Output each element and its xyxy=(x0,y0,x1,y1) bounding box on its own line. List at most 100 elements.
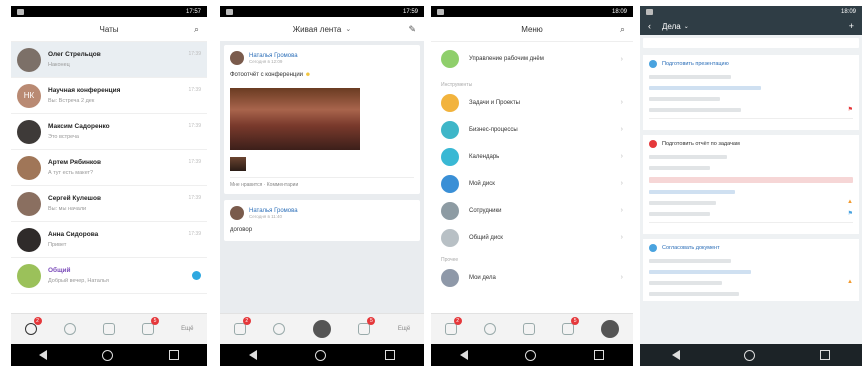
chat-item[interactable]: Артем Рябинков А тут есть макет? 17:39 xyxy=(11,150,207,186)
chat-preview: Вы: мы начали xyxy=(48,206,87,212)
task-field xyxy=(649,190,735,194)
task-card[interactable]: Подготовить презентацию ⚑ xyxy=(643,55,859,130)
chat-time: 17:39 xyxy=(188,159,201,165)
menu-item-label: Задачи и Проекты xyxy=(469,99,520,106)
post-author[interactable]: Наталья Громова xyxy=(249,53,298,59)
status-bar: 18:09 xyxy=(431,6,633,17)
tab-feed[interactable] xyxy=(273,323,286,335)
home-icon[interactable] xyxy=(102,349,114,361)
task-field xyxy=(649,281,723,285)
chevron-right-icon: › xyxy=(620,180,623,187)
avatar xyxy=(17,191,41,216)
status-time: 18:09 xyxy=(840,8,856,15)
status-bar: 17:59 xyxy=(220,6,424,17)
home-icon[interactable] xyxy=(525,349,537,361)
back-icon[interactable] xyxy=(459,350,468,360)
shared-drive-icon xyxy=(441,228,459,247)
menu-item-processes[interactable]: Бизнес-процессы › xyxy=(431,116,633,143)
chats-screen: 17:57 Чаты ⌕ Олег Стрельцов Наконец 17:39… xyxy=(11,6,207,366)
task-card[interactable]: Согласовать документ ▲ xyxy=(643,239,859,301)
page-title[interactable]: Живая лента xyxy=(293,25,342,34)
task-title[interactable]: Подготовить презентацию xyxy=(662,61,729,67)
chat-item[interactable]: Общий Добрый вечер, Наталья xyxy=(11,258,207,294)
chat-name: Общий xyxy=(48,267,71,274)
home-icon[interactable] xyxy=(315,349,327,361)
task-field xyxy=(649,108,741,112)
tab-tasks[interactable] xyxy=(522,323,535,335)
chat-item[interactable]: Сергей Кулешов Вы: мы начали 17:39 xyxy=(11,186,207,222)
photo-thumbnail[interactable] xyxy=(230,157,246,171)
search-input[interactable] xyxy=(643,38,859,48)
feed-post[interactable]: Наталья Громова Сегодня в 12:09 Фотоотчё… xyxy=(224,45,420,194)
chat-preview: Наконец xyxy=(48,62,70,68)
tab-chats[interactable]: 2 xyxy=(24,317,42,335)
post-actions[interactable]: Мне нравится · Комментарии xyxy=(230,177,414,188)
menu-item-label: Общий диск xyxy=(469,234,503,241)
menu-item-tasks[interactable]: Задачи и Проекты › xyxy=(431,89,633,116)
menu-item-calendar[interactable]: Календарь › xyxy=(431,143,633,170)
app-notification-icon xyxy=(437,8,444,15)
edit-icon[interactable]: ✎ xyxy=(408,24,416,35)
tab-feed[interactable] xyxy=(483,323,496,335)
tab-feed[interactable] xyxy=(63,323,76,335)
chat-item[interactable]: Олег Стрельцов Наконец 17:39 xyxy=(11,42,207,78)
tasks-screen: 18:09 ‹ Дела ⌄ + Подготовить презентацию… xyxy=(640,6,862,366)
tab-chats[interactable]: 2 xyxy=(233,317,251,335)
recents-icon[interactable] xyxy=(169,350,180,360)
task-title[interactable]: Согласовать документ xyxy=(662,245,720,251)
recents-icon[interactable] xyxy=(819,350,830,360)
feed-post[interactable]: Наталья Громова Сегодня в 11:40 договор xyxy=(224,200,420,241)
search-icon[interactable]: ⌕ xyxy=(194,24,199,35)
page-title[interactable]: Дела xyxy=(662,22,681,31)
tab-create[interactable] xyxy=(312,320,331,338)
chat-item[interactable]: Анна Сидорова Привет 17:39 xyxy=(11,222,207,258)
tab-more[interactable]: Ещё xyxy=(181,326,193,332)
status-time: 18:09 xyxy=(611,8,627,15)
chat-time: 17:39 xyxy=(188,123,201,129)
flag-icon: ⚑ xyxy=(847,211,853,217)
app-notification-icon xyxy=(646,8,653,15)
status-time: 17:57 xyxy=(185,8,201,15)
back-icon[interactable] xyxy=(249,350,258,360)
android-nav-bar xyxy=(11,344,207,366)
back-icon[interactable] xyxy=(672,350,681,360)
tab-chats[interactable]: 2 xyxy=(444,317,462,335)
post-meta: Сегодня в 11:40 xyxy=(249,213,283,219)
menu-item-my-drive[interactable]: Мой диск › xyxy=(431,170,633,197)
tab-notifications[interactable]: 5 xyxy=(562,317,580,335)
post-author[interactable]: Наталья Громова xyxy=(249,208,298,214)
menu-item-employees[interactable]: Сотрудники › xyxy=(431,197,633,224)
chat-list: Олег Стрельцов Наконец 17:39 НК Научная к… xyxy=(11,42,207,294)
status-dot xyxy=(649,60,657,68)
menu-item-my-tasks[interactable]: Мои дела › xyxy=(431,264,633,291)
bottom-tab-bar: 2 5 Ещё xyxy=(220,313,424,344)
chat-item[interactable]: НК Научная конференция Вы: Встреча 2 дек … xyxy=(11,78,207,114)
task-card[interactable]: Подготовить отчёт по задачам ▲ ⚑ xyxy=(643,135,859,234)
back-icon[interactable] xyxy=(38,350,47,360)
menu-item-shared-drive[interactable]: Общий диск › xyxy=(431,224,633,251)
back-arrow-icon[interactable]: ‹ xyxy=(648,21,651,31)
bottom-tab-bar: 2 5 Ещё xyxy=(11,313,207,344)
badge: 2 xyxy=(453,317,462,325)
tasks-header: ‹ Дела ⌄ + xyxy=(640,17,862,35)
tab-notifications[interactable]: 5 xyxy=(141,317,159,335)
tab-menu[interactable] xyxy=(601,320,620,338)
add-icon[interactable]: + xyxy=(849,21,854,31)
avatar xyxy=(17,263,41,288)
emoji-icon: ☻ xyxy=(304,72,312,78)
post-photo[interactable] xyxy=(230,88,360,150)
recents-icon[interactable] xyxy=(594,350,605,360)
recents-icon[interactable] xyxy=(384,350,395,360)
tab-more[interactable]: Ещё xyxy=(398,326,410,332)
menu-item-workday[interactable]: Управление рабочим днём › xyxy=(431,42,633,76)
tab-tasks[interactable] xyxy=(102,323,115,335)
search-icon[interactable]: ⌕ xyxy=(620,24,625,35)
chevron-down-icon[interactable]: ⌄ xyxy=(684,23,689,30)
badge: 5 xyxy=(150,317,159,325)
home-icon[interactable] xyxy=(744,349,756,361)
chat-item[interactable]: Максим Садоренко Это встреча 17:39 xyxy=(11,114,207,150)
tab-notifications[interactable]: 5 xyxy=(358,317,376,335)
task-footer xyxy=(649,222,853,229)
task-title[interactable]: Подготовить отчёт по задачам xyxy=(662,141,740,147)
chevron-down-icon[interactable]: ⌄ xyxy=(345,25,351,33)
